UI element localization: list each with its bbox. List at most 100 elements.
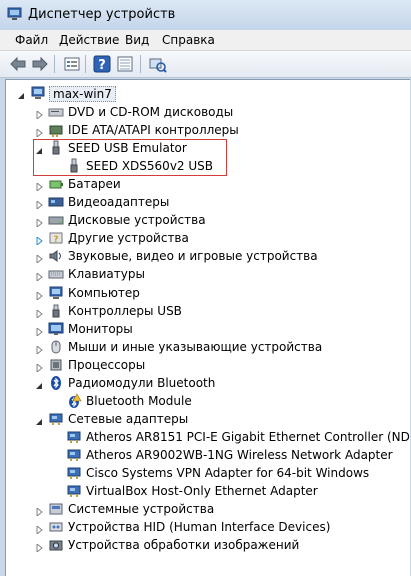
tree-item[interactable]: Сетевые адаптеры: [6, 410, 410, 428]
expand-arrow-icon[interactable]: [35, 523, 43, 536]
tree-item[interactable]: Cisco Systems VPN Adapter for 64-bit Win…: [6, 464, 410, 482]
processor-icon: [48, 357, 64, 373]
toolbar-separator: [85, 55, 86, 73]
tree-item[interactable]: Звуковые, видео и игровые устройства: [6, 247, 410, 265]
tree-item[interactable]: Процессоры: [6, 356, 410, 374]
tree-item-label: Процессоры: [68, 357, 146, 372]
expand-arrow-icon[interactable]: [35, 343, 43, 355]
expand-arrow-icon[interactable]: [35, 541, 43, 554]
tree-item[interactable]: Видеоадаптеры: [6, 193, 410, 211]
expand-arrow-icon[interactable]: [35, 108, 43, 121]
network-adapter-icon: [66, 465, 82, 481]
usb-emulator-icon: [66, 158, 82, 174]
expand-arrow-icon[interactable]: [35, 505, 43, 518]
tree-item-label: Контроллеры USB: [68, 303, 182, 318]
expand-arrow-icon[interactable]: [35, 126, 43, 139]
tree-item[interactable]: Устройства обработки изображений: [6, 536, 410, 554]
expand-arrow-icon[interactable]: [35, 289, 43, 301]
imaging-icon: [48, 537, 64, 553]
menu-item-1[interactable]: Файл: [15, 33, 48, 47]
computer-icon: [48, 285, 64, 301]
system-devices-icon: [48, 501, 64, 517]
expand-arrow-icon[interactable]: [35, 252, 43, 265]
tree-item[interactable]: Радиомодули Bluetooth: [6, 374, 410, 392]
device-manager-icon: [7, 7, 22, 20]
tree-item[interactable]: Дисковые устройства: [6, 211, 410, 229]
collapse-arrow-icon[interactable]: [35, 144, 43, 155]
tree-item-label: Компьютер: [68, 285, 140, 300]
tree-item[interactable]: IDE ATA/ATAPI контроллеры: [6, 121, 410, 139]
expand-arrow-icon[interactable]: [35, 180, 43, 193]
tree-item-label: Клавиатуры: [68, 267, 145, 282]
back-arrow-icon[interactable]: [8, 54, 28, 74]
tree-root[interactable]: max-win7: [6, 84, 410, 102]
tree-item[interactable]: Atheros AR9002WB-1NG Wireless Network Ad…: [6, 446, 410, 464]
title-bar: Диспетчер устройств: [0, 0, 411, 30]
tree-item-label: Видеоадаптеры: [68, 195, 170, 210]
network-adapter-icon: [66, 483, 82, 499]
expand-arrow-icon[interactable]: [35, 198, 43, 211]
menu-item-3[interactable]: Вид: [125, 33, 149, 47]
tree-item[interactable]: VirtualBox Host-Only Ethernet Adapter: [6, 482, 410, 500]
network-adapter-icon: [48, 411, 64, 427]
tree-item[interactable]: Устройства HID (Human Interface Devices): [6, 518, 410, 536]
tree-item-label: Atheros AR9002WB-1NG Wireless Network Ad…: [86, 447, 393, 462]
collapse-arrow-icon[interactable]: [35, 415, 43, 425]
sound-icon: [48, 248, 64, 264]
toolbar-separator: [140, 55, 141, 73]
tree-item-label: Мыши и иные указывающие устройства: [68, 339, 323, 354]
toolbar: ?: [0, 51, 411, 78]
forward-arrow-icon[interactable]: [30, 54, 50, 74]
monitor-icon: [48, 321, 64, 337]
expand-arrow-icon[interactable]: [35, 307, 43, 319]
tree-item[interactable]: Батареи: [6, 175, 410, 193]
tree-item[interactable]: Bluetooth Module: [6, 392, 410, 410]
help-icon[interactable]: ?: [92, 54, 112, 74]
tree-item-label: SEED USB Emulator: [68, 141, 187, 156]
mouse-icon: [48, 339, 64, 355]
tree-item[interactable]: DVD и CD-ROM дисководы: [6, 103, 410, 121]
tree-item[interactable]: Компьютер: [6, 284, 410, 302]
bluetooth-icon: [48, 375, 64, 391]
tree-item-label: Cisco Systems VPN Adapter for 64-bit Win…: [86, 466, 370, 480]
tree-item-label: Батареи: [68, 177, 121, 192]
menu-item-2[interactable]: Действие: [59, 33, 119, 47]
tree-item-label: Мониторы: [68, 321, 133, 336]
scan-hardware-icon[interactable]: [147, 54, 167, 74]
expand-arrow-icon[interactable]: [35, 216, 43, 229]
expand-arrow-icon[interactable]: [35, 270, 43, 283]
expand-arrow-icon[interactable]: [35, 325, 43, 337]
tree-item-label: SEED XDS560v2 USB: [86, 159, 214, 174]
expand-arrow-icon[interactable]: [35, 234, 43, 247]
bluetooth-module-icon: [66, 393, 82, 409]
tree-item[interactable]: Мониторы: [6, 320, 410, 338]
device-tree[interactable]: max-win7 DVD и CD-ROM дисководы IDE ATA/AT…: [5, 79, 410, 576]
expand-arrow-icon[interactable]: [35, 361, 43, 373]
tree-item[interactable]: Системные устройства: [6, 500, 410, 518]
network-adapter-icon: [66, 429, 82, 445]
view-resources-icon[interactable]: [115, 54, 135, 74]
tree-item[interactable]: SEED USB Emulator: [6, 139, 410, 157]
tree-item-label: Bluetooth Module: [86, 393, 192, 408]
menu-bar: Файл Действие Вид Справка: [0, 30, 411, 51]
tree-item-label: Радиомодули Bluetooth: [68, 375, 216, 390]
collapse-arrow-icon[interactable]: [17, 89, 25, 99]
tree-item[interactable]: SEED XDS560v2 USB: [6, 157, 410, 175]
tree-item-label: Дисковые устройства: [68, 213, 206, 228]
toolbar-separator: [54, 55, 55, 73]
tree-item-label: Устройства HID (Human Interface Devices): [68, 520, 331, 535]
tree-item[interactable]: Контроллеры USB: [6, 302, 410, 320]
device-list-icon[interactable]: [62, 54, 82, 74]
tree-item[interactable]: Мыши и иные указывающие устройства: [6, 338, 410, 356]
tree-item-label: IDE ATA/ATAPI контроллеры: [68, 123, 239, 138]
tree-item-label: Другие устройства: [68, 231, 189, 246]
tree-item[interactable]: Atheros AR8151 PCI-E Gigabit Ethernet Co…: [6, 428, 410, 446]
tree-item[interactable]: ? Другие устройства: [6, 229, 410, 247]
tree-item-label: Atheros AR8151 PCI-E Gigabit Ethernet Co…: [86, 429, 410, 444]
usb-emulator-icon: [48, 140, 64, 156]
window-title: Диспетчер устройств: [28, 7, 176, 22]
tree-item[interactable]: Клавиатуры: [6, 265, 410, 283]
network-adapter-icon: [66, 447, 82, 463]
menu-item-4[interactable]: Справка: [162, 33, 215, 47]
collapse-arrow-icon[interactable]: [35, 379, 43, 389]
